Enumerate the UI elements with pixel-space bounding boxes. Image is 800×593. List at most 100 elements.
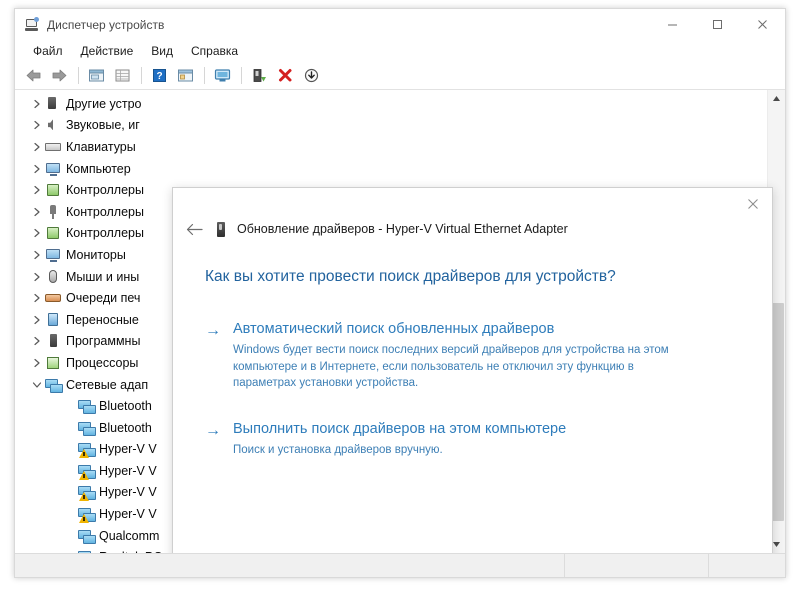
dialog-title: Обновление драйверов - Hyper-V Virtual E… (237, 222, 568, 236)
network-adapter-icon (78, 463, 95, 479)
tree-item[interactable]: Другие устро (15, 93, 767, 115)
tree-item[interactable]: Клавиатуры (15, 136, 767, 158)
warning-triangle-icon (79, 514, 89, 523)
chevron-right-icon[interactable] (29, 250, 45, 260)
other-device-icon (45, 96, 62, 112)
chevron-right-icon[interactable] (29, 358, 45, 368)
tree-item-label: Сетевые адап (66, 378, 148, 392)
warning-triangle-icon (79, 449, 89, 458)
chevron-right-icon[interactable] (29, 207, 45, 217)
chevron-right-icon[interactable] (29, 315, 45, 325)
scroll-up-button[interactable] (768, 90, 785, 107)
option-body: Автоматический поиск обновленных драйвер… (233, 320, 736, 392)
menu-bar: Файл Действие Вид Справка (15, 40, 785, 62)
network-adapter-icon (45, 377, 62, 393)
show-hidden-button[interactable] (110, 64, 135, 87)
option-description: Поиск и установка драйверов вручную. (233, 442, 685, 459)
device-icon (213, 221, 229, 238)
update-driver-button[interactable] (247, 64, 272, 87)
network-adapter-icon (78, 506, 95, 522)
printer-icon (45, 290, 62, 306)
keyboard-icon (45, 139, 62, 155)
dialog-close-icon[interactable] (736, 190, 770, 218)
tree-item-label: Bluetooth (99, 399, 152, 413)
chevron-right-icon[interactable] (29, 293, 45, 303)
properties-button[interactable] (84, 64, 109, 87)
computer-icon (45, 161, 62, 177)
menu-item-action[interactable]: Действие (72, 42, 143, 61)
tree-item-label: Realtek PC (99, 550, 162, 553)
usb-controller-icon (45, 204, 62, 220)
svg-text:?: ? (156, 71, 162, 82)
device-manager-window: Диспетчер устройств Файл Действие Вид Сп… (14, 8, 786, 578)
tree-item-label: Клавиатуры (66, 140, 136, 154)
tree-item-label: Другие устро (66, 97, 141, 111)
back-button[interactable] (21, 64, 46, 87)
chevron-right-icon[interactable] (29, 272, 45, 282)
window-controls (650, 9, 785, 40)
menu-item-view[interactable]: Вид (142, 42, 182, 61)
scan-hardware-button[interactable] (210, 64, 235, 87)
disable-device-button[interactable] (299, 64, 324, 87)
tree-item-label: Hyper-V V (99, 507, 157, 521)
option-title: Выполнить поиск драйверов на этом компью… (233, 420, 736, 439)
status-main (15, 554, 564, 577)
toolbar-separator (241, 67, 242, 84)
storage-controller-icon (45, 182, 62, 198)
toolbar-separator (141, 67, 142, 84)
toolbar: ? (15, 62, 785, 90)
tree-item-label: Контроллеры (66, 183, 144, 197)
ide-controller-icon (45, 225, 62, 241)
tree-item-label: Процессоры (66, 356, 138, 370)
arrow-right-icon: → (205, 320, 233, 392)
chevron-right-icon[interactable] (29, 142, 45, 152)
maximize-button[interactable] (695, 9, 740, 40)
chevron-right-icon[interactable] (29, 164, 45, 174)
warning-triangle-icon (79, 471, 89, 480)
minimize-button[interactable] (650, 9, 695, 40)
dialog-options: → Автоматический поиск обновленных драйв… (173, 320, 772, 486)
processor-icon (45, 355, 62, 371)
toolbar-separator (78, 67, 79, 84)
uninstall-device-button[interactable] (273, 64, 298, 87)
status-mid (564, 554, 708, 577)
back-arrow-icon[interactable] (181, 218, 207, 240)
tree-item-label: Hyper-V V (99, 464, 157, 478)
option-title: Автоматический поиск обновленных драйвер… (233, 320, 736, 339)
arrow-right-icon: → (205, 420, 233, 459)
chevron-right-icon[interactable] (29, 99, 45, 109)
chevron-right-icon[interactable] (29, 228, 45, 238)
title-bar: Диспетчер устройств (15, 9, 785, 40)
network-adapter-icon (78, 420, 95, 436)
details-panel-button[interactable] (173, 64, 198, 87)
client-area: Другие устро Звуковые, иг Клавиатуры Компью… (15, 90, 785, 553)
window-title: Диспетчер устройств (47, 18, 164, 32)
option-description: Windows будет вести поиск последних верс… (233, 342, 685, 392)
menu-item-help[interactable]: Справка (182, 42, 247, 61)
forward-button[interactable] (47, 64, 72, 87)
option-automatic-search[interactable]: → Автоматический поиск обновленных драйв… (205, 320, 736, 392)
close-button[interactable] (740, 9, 785, 40)
option-browse-computer[interactable]: → Выполнить поиск драйверов на этом комп… (205, 420, 736, 459)
tree-item-label: Мыши и ины (66, 270, 139, 284)
tree-item-label: Qualcomm (99, 529, 159, 543)
warning-triangle-icon (79, 492, 89, 501)
network-adapter-icon (78, 549, 95, 553)
software-device-icon (45, 333, 62, 349)
tree-item-label: Компьютер (66, 162, 131, 176)
tree-item[interactable]: Компьютер (15, 158, 767, 180)
chevron-down-icon[interactable] (29, 381, 45, 389)
tree-item-label: Мониторы (66, 248, 126, 262)
tree-item-label: Программны (66, 334, 140, 348)
chevron-right-icon[interactable] (29, 185, 45, 195)
network-adapter-icon (78, 441, 95, 457)
portable-device-icon (45, 312, 62, 328)
network-adapter-icon (78, 484, 95, 500)
device-manager-icon (24, 17, 40, 33)
help-button[interactable]: ? (147, 64, 172, 87)
chevron-right-icon[interactable] (29, 120, 45, 130)
tree-item[interactable]: Звуковые, иг (15, 115, 767, 137)
update-drivers-dialog: Обновление драйверов - Hyper-V Virtual E… (172, 187, 773, 553)
menu-item-file[interactable]: Файл (24, 42, 72, 61)
chevron-right-icon[interactable] (29, 336, 45, 346)
